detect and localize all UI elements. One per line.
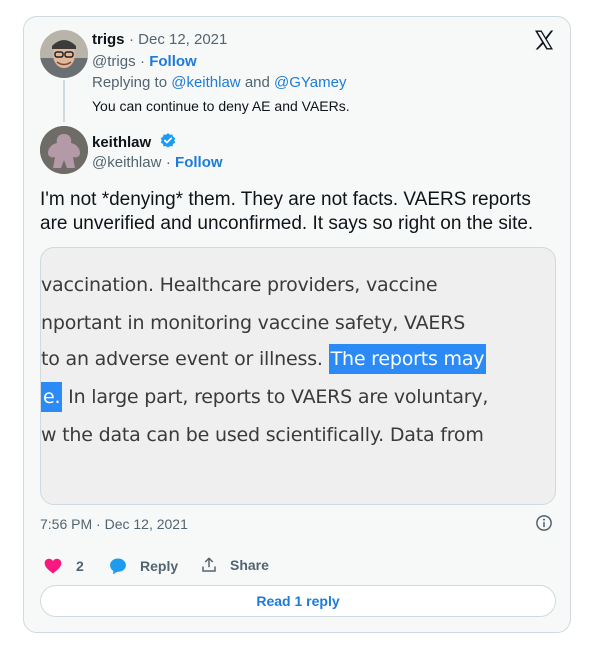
tweet-media-image[interactable]: vaccination. Healthcare providers, vacci… — [40, 247, 556, 505]
main-handle[interactable]: @keithlaw — [92, 154, 161, 171]
share-action[interactable]: Share — [200, 556, 269, 574]
mention-gyamey[interactable]: @GYamey — [274, 74, 346, 91]
replying-prefix: Replying to — [92, 74, 168, 91]
reply-label: Reply — [140, 558, 179, 574]
main-text-line1: I'm not *denying* them. They are not fac… — [40, 189, 531, 210]
avatar-image — [40, 30, 88, 78]
media-text-line: nportant in monitoring vaccine safety, V… — [41, 312, 466, 334]
main-handle-row: @keithlaw · Follow — [92, 154, 223, 172]
follow-keithlaw-button[interactable]: Follow — [175, 154, 223, 171]
verified-badge-icon — [160, 133, 175, 148]
reply-handle-row: @trigs · Follow — [92, 53, 197, 71]
separator-dot: · — [128, 31, 139, 48]
media-text-plain: In large part, reports to VAERS are volu… — [62, 386, 489, 408]
media-text-line: w the data can be used scientifically. D… — [41, 424, 484, 446]
main-header: keithlaw — [92, 132, 177, 152]
share-icon — [202, 557, 216, 572]
avatar-image — [40, 126, 88, 174]
main-text-line2: are unverified and unconfirmed. It says … — [40, 213, 534, 234]
media-text-plain: to an adverse event or illness. — [41, 348, 329, 370]
reply-action[interactable]: Reply — [108, 556, 178, 576]
media-text-highlight: The reports may — [328, 344, 487, 374]
media-text-highlight: e. — [41, 382, 63, 412]
reply-header: trigs · Dec 12, 2021 — [92, 31, 227, 49]
heart-icon — [44, 558, 62, 574]
media-text-line: e. In large part, reports to VAERS are v… — [41, 382, 489, 412]
separator-dot: · — [140, 53, 150, 70]
replying-to-row: Replying to @keithlaw and @GYamey — [92, 74, 346, 91]
x-logo-icon[interactable] — [532, 28, 556, 52]
reply-handle[interactable]: @trigs — [92, 53, 136, 70]
tweet-timestamp[interactable]: 7:56 PM · Dec 12, 2021 — [40, 516, 188, 532]
like-action[interactable]: 2 — [43, 556, 84, 576]
main-display-name[interactable]: keithlaw — [92, 134, 151, 151]
reply-text: You can continue to deny AE and VAERs. — [92, 98, 350, 114]
separator-dot: · — [165, 154, 176, 171]
reply-bubble-icon — [110, 558, 126, 575]
mention-keithlaw[interactable]: @keithlaw — [171, 74, 240, 91]
replying-and: and — [244, 74, 270, 91]
thread-connector — [63, 80, 65, 122]
share-label: Share — [230, 557, 269, 573]
like-count: 2 — [76, 558, 84, 574]
media-text-line: vaccination. Healthcare providers, vacci… — [41, 274, 438, 296]
avatar-keithlaw[interactable] — [40, 126, 88, 174]
follow-trigs-button[interactable]: Follow — [149, 53, 197, 70]
reply-display-name[interactable]: trigs — [92, 31, 125, 48]
media-text-line: to an adverse event or illness. The repo… — [41, 344, 487, 374]
read-replies-button[interactable]: Read 1 reply — [40, 585, 556, 617]
info-icon[interactable] — [535, 514, 553, 532]
reply-date[interactable]: Dec 12, 2021 — [138, 31, 227, 48]
avatar-trigs[interactable] — [40, 30, 88, 78]
